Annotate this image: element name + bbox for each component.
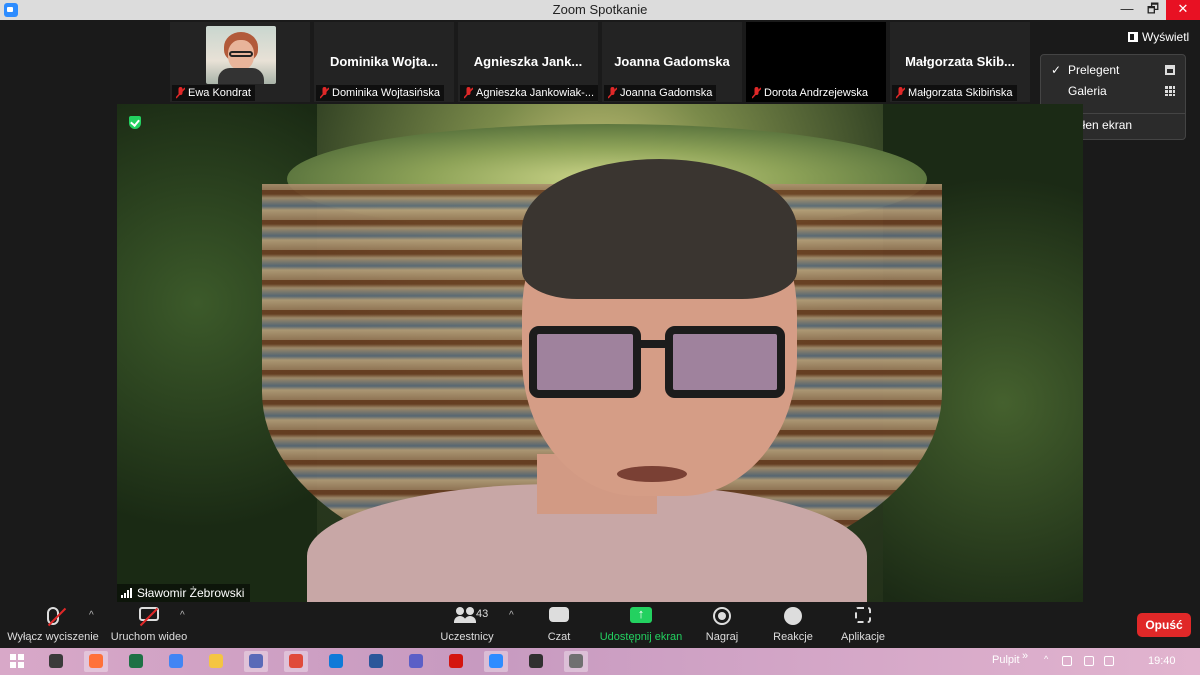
participant-name-label: Dorota Andrzejewska [748,85,872,101]
participant-video [206,26,276,84]
muted-mic-icon [464,87,473,99]
meeting-toolbar: Wyłącz wyciszenie ^ Uruchom wideo ^ 43 U… [0,602,1200,648]
participants-icon [454,607,478,623]
gallery-view-icon [1165,86,1175,96]
teams-icon[interactable] [404,651,428,672]
audio-options-caret[interactable]: ^ [89,610,94,621]
menu-item-label: Prelegent [1068,63,1120,77]
file-explorer-icon[interactable] [204,651,228,672]
close-button[interactable]: ✕ [1166,0,1200,20]
desktop-toolbar-label[interactable]: Pulpit [992,654,1020,666]
maximize-button[interactable]: 🗗 [1140,0,1166,20]
participant-display-name: Agnieszka Jank... [473,54,583,69]
excel-icon[interactable] [124,651,148,672]
clock[interactable]: 19:40 [1148,655,1176,667]
speaker-name-label: Sławomir Żebrowski [117,584,251,602]
windows-start-icon[interactable] [10,654,24,668]
zoom-window: Zoom Spotkanie — 🗗 ✕ Ewa Kondrat Dominik… [0,0,1200,675]
edge-icon[interactable] [324,651,348,672]
menu-item-speaker-view[interactable]: ✓ Prelegent [1041,59,1185,81]
share-screen-button[interactable]: Udostępnij ekran [596,602,686,648]
participant-display-name: Dominika Wojta... [329,54,439,69]
participant-name-label: Joanna Gadomska [604,85,717,101]
participant-name-label: Agnieszka Jankowiak-... [460,85,598,101]
title-bar: Zoom Spotkanie — 🗗 ✕ [0,0,1200,20]
record-icon [713,607,731,625]
speaker-view-icon [1165,65,1175,75]
muted-mic-icon [752,87,761,99]
volume-icon[interactable] [1062,656,1072,666]
reaction-smiley-icon [784,607,802,625]
obs-icon[interactable] [524,651,548,672]
reactions-button[interactable]: Reakcje [766,602,820,648]
participant-name-label: Małgorzata Skibińska [892,85,1017,101]
participant-tile[interactable]: Ewa Kondrat [170,22,310,102]
active-speaker-video[interactable]: Sławomir Żebrowski [117,104,1083,602]
participant-tile[interactable]: Małgorzata Skib... Małgorzata Skibińska [890,22,1030,102]
leave-button[interactable]: Opuść [1137,613,1191,637]
participants-count: 43 [476,608,489,620]
word-like-icon[interactable] [244,651,268,672]
window-title: Zoom Spotkanie [552,2,648,17]
start-video-button[interactable]: Uruchom wideo [108,602,190,648]
app-mic-icon[interactable] [564,651,588,672]
participant-name-label: Ewa Kondrat [172,85,255,101]
checkmark-icon: ✓ [1051,63,1062,77]
participant-tile[interactable]: Dominika Wojta... Dominika Wojtasińska [314,22,454,102]
view-button-label: Wyświetl [1142,30,1190,44]
apps-button[interactable]: Aplikacje [834,602,892,648]
tray-up-arrow-icon[interactable]: ^ [1044,654,1054,664]
view-button[interactable]: Wyświetl [1128,28,1189,46]
participant-name-label: Dominika Wojtasińska [316,85,445,101]
firefox-icon[interactable] [84,651,108,672]
participants-button[interactable]: 43 Uczestnicy [436,602,498,648]
participant-tile[interactable]: Joanna Gadomska Joanna Gadomska [602,22,742,102]
zoom-taskbar-icon[interactable] [484,651,508,672]
signal-tray-icon[interactable] [1104,656,1114,666]
video-off-icon [139,607,159,627]
chat-icon [549,607,569,622]
minimize-button[interactable]: — [1114,0,1140,20]
network-icon[interactable] [1084,656,1094,666]
menu-item-gallery-view[interactable]: Galeria [1041,80,1185,102]
menu-item-label: Galeria [1068,84,1107,98]
windows-taskbar: Pulpit » ^ 19:40 [0,648,1200,675]
participants-options-caret[interactable]: ^ [509,610,514,621]
apps-icon [855,607,871,623]
word-icon[interactable] [364,651,388,672]
participant-tile[interactable]: Agnieszka Jank... Agnieszka Jankowiak-..… [458,22,598,102]
participant-tile[interactable]: Dorota Andrzejewska [746,22,886,102]
muted-mic-icon [176,87,185,99]
record-button[interactable]: Nagraj [698,602,746,648]
muted-mic-icon [320,87,329,99]
shield-icon[interactable] [129,116,141,129]
chat-button[interactable]: Czat [536,602,582,648]
app-red-icon[interactable] [284,651,308,672]
signal-strength-icon [121,588,133,598]
unmute-button[interactable]: Wyłącz wyciszenie [4,602,102,648]
muted-mic-icon [896,87,905,99]
acrobat-icon[interactable] [444,651,468,672]
archive-app-icon[interactable] [44,651,68,672]
participant-display-name: Joanna Gadomska [614,54,730,69]
view-layout-icon [1128,32,1138,42]
chrome-icon[interactable] [164,651,188,672]
share-screen-icon [630,606,652,623]
muted-mic-icon [608,87,617,99]
video-options-caret[interactable]: ^ [180,610,185,621]
muted-mic-icon [47,607,67,627]
participant-display-name: Małgorzata Skib... [905,54,1015,69]
toolbar-chevron-icon[interactable]: » [1022,650,1028,662]
